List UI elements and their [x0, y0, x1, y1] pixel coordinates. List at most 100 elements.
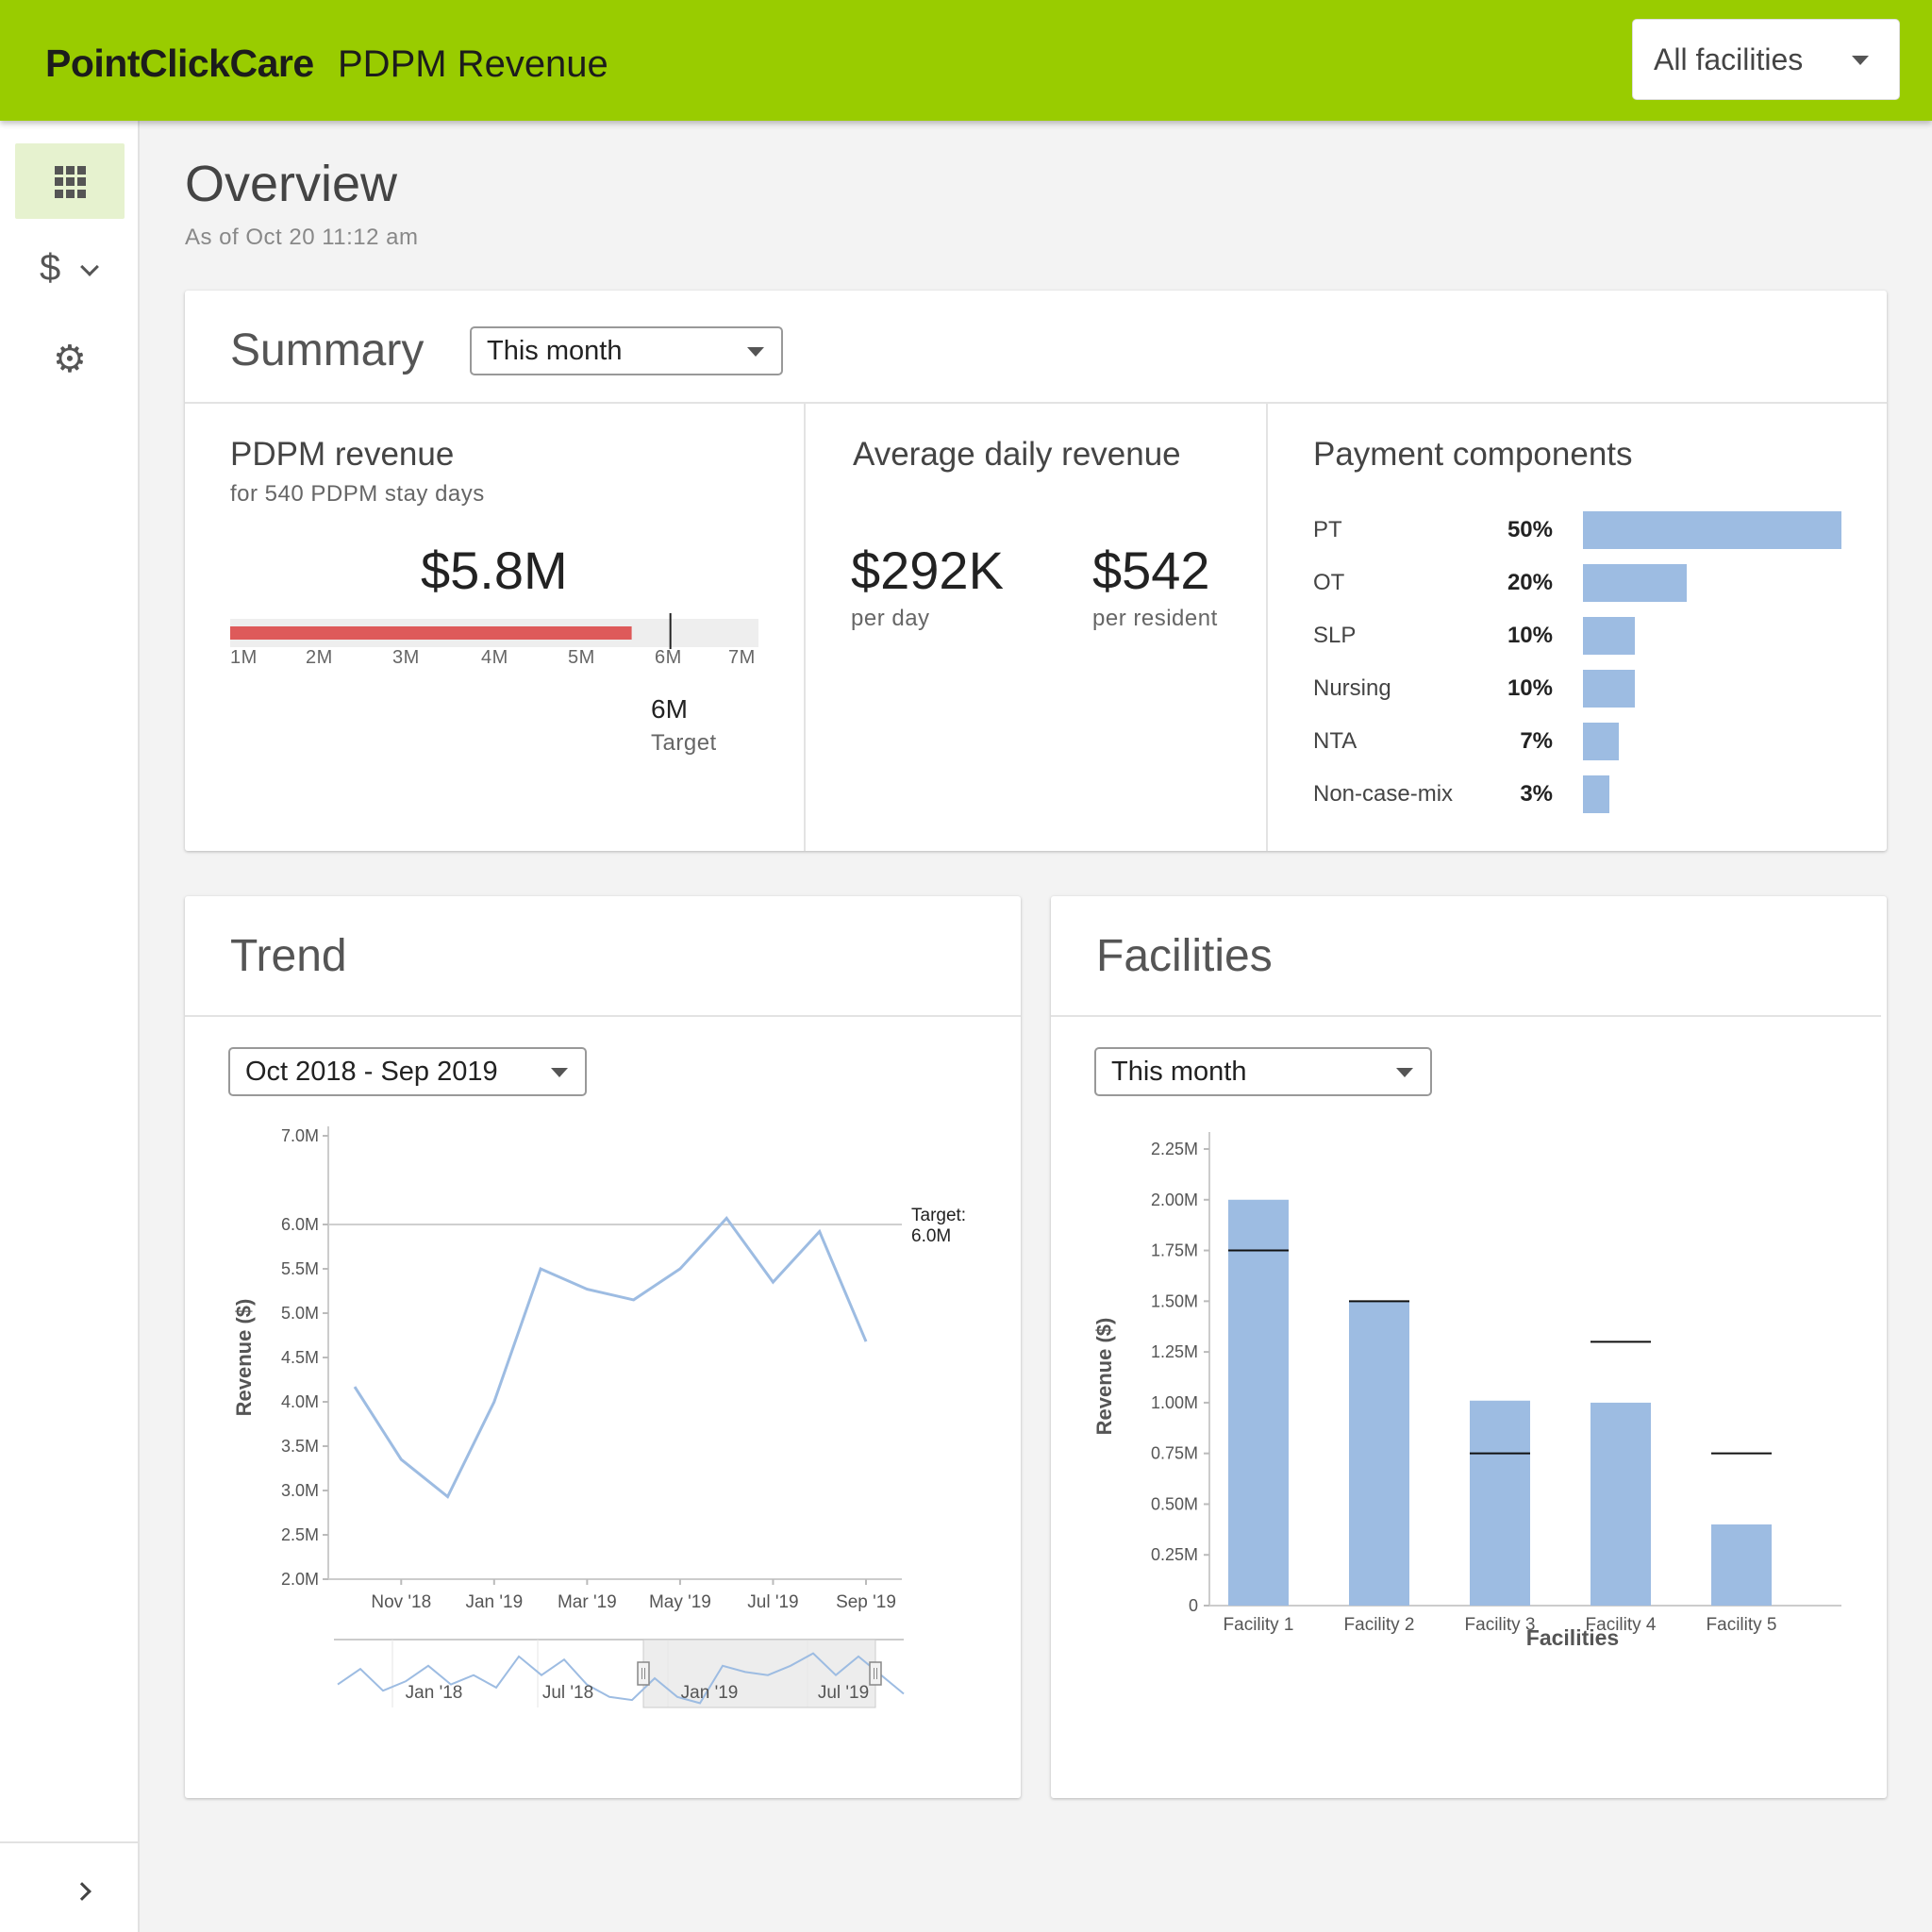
x-tick-label: Facility 2 — [1344, 1615, 1415, 1635]
facilities-period-value: This month — [1111, 1057, 1247, 1087]
payment-component-bar[interactable] — [1583, 617, 1635, 655]
facility-select[interactable]: All facilities — [1632, 19, 1900, 100]
pdpm-stay-days: for 540 PDPM stay days — [230, 481, 485, 507]
payment-component-bar[interactable] — [1583, 564, 1687, 602]
revenue-point[interactable] — [817, 1229, 823, 1235]
pdpm-axis-tick: 5M — [568, 647, 595, 668]
revenue-point[interactable] — [491, 1399, 497, 1405]
y-tick-label: 4.5M — [281, 1348, 319, 1367]
navigator-label: Jan '19 — [681, 1683, 739, 1703]
revenue-point[interactable] — [863, 1339, 869, 1344]
facility-bar[interactable] — [1591, 1402, 1651, 1606]
y-axis-title: Revenue ($) — [1092, 1318, 1116, 1436]
payment-component-bar[interactable] — [1583, 723, 1620, 760]
payment-component-label: SLP — [1313, 623, 1357, 648]
sidebar-item-settings[interactable]: ⚙ — [15, 325, 125, 400]
payment-component-pct: 20% — [1507, 570, 1553, 595]
per-day-value: $292K — [851, 541, 1004, 600]
sidebar-divider — [0, 1841, 138, 1843]
payment-component-bar[interactable] — [1583, 670, 1635, 708]
summary-col-divider — [804, 404, 806, 851]
payment-component-pct: 3% — [1520, 781, 1553, 807]
trend-title: Trend — [230, 931, 347, 981]
revenue-line[interactable] — [353, 1216, 868, 1499]
payment-component-label: OT — [1313, 570, 1345, 595]
x-tick-label: Nov '18 — [371, 1592, 431, 1612]
summary-divider — [185, 402, 1887, 404]
pdpm-target-label: 6M — [651, 694, 688, 724]
caret-down-icon — [747, 347, 764, 357]
facilities-period-select[interactable]: This month — [1094, 1047, 1432, 1096]
brand-logo[interactable]: PointClickCare — [45, 42, 314, 86]
revenue-point[interactable] — [631, 1297, 637, 1303]
target-value-label: 6.0M — [911, 1226, 951, 1246]
payment-component-label: PT — [1313, 517, 1342, 542]
x-tick-label: Jan '19 — [465, 1592, 523, 1612]
y-tick-label: 3.5M — [281, 1437, 319, 1456]
y-tick-label: 5.5M — [281, 1259, 319, 1278]
pdpm-axis-tick: 4M — [481, 647, 508, 668]
trend-range-select[interactable]: Oct 2018 - Sep 2019 — [228, 1047, 587, 1096]
revenue-point[interactable] — [770, 1279, 775, 1285]
payment-component-bar[interactable] — [1583, 775, 1609, 813]
y-tick-label: 2.00M — [1151, 1191, 1198, 1209]
summary-col-divider — [1266, 404, 1268, 851]
facilities-title: Facilities — [1096, 931, 1273, 981]
payment-component-label: NTA — [1313, 728, 1357, 754]
y-tick-label: 0.50M — [1151, 1494, 1198, 1513]
x-tick-label: Facility 5 — [1707, 1615, 1777, 1635]
trend-card: Trend Oct 2018 - Sep 2019 7.0M 6.0M 5.5M 5.… — [185, 896, 1021, 1798]
chevron-right-icon — [73, 1882, 92, 1901]
expand-sidebar-button[interactable] — [66, 1872, 108, 1913]
summary-period-select[interactable]: This month — [470, 326, 783, 375]
sidebar: $ ⚙ — [0, 121, 140, 1932]
x-axis-title: Facilities — [1526, 1625, 1619, 1650]
navigator-handle[interactable] — [869, 1661, 882, 1686]
navigator-handle[interactable] — [637, 1661, 650, 1686]
payment-component-pct: 7% — [1520, 728, 1553, 754]
trend-divider — [185, 1015, 1021, 1017]
facility-bar[interactable] — [1228, 1199, 1289, 1606]
facility-select-value: All facilities — [1654, 42, 1804, 76]
payment-components-heading: Payment components — [1313, 436, 1633, 473]
facility-bar[interactable] — [1470, 1400, 1530, 1606]
revenue-point[interactable] — [398, 1457, 404, 1462]
revenue-point[interactable] — [445, 1494, 451, 1500]
y-tick-label: 0.75M — [1151, 1444, 1198, 1463]
target-label: Target: — [911, 1206, 966, 1225]
payment-component-pct: 50% — [1507, 517, 1553, 542]
pdpm-axis-tick: 1M — [230, 647, 258, 668]
revenue-point[interactable] — [352, 1384, 358, 1390]
facilities-chart: 0 0.25M 0.50M 0.75M 1.00M 1.25M 1.50M 1.75M 2.00… — [1092, 1132, 1841, 1650]
caret-down-icon — [1852, 56, 1869, 65]
facilities-divider — [1051, 1015, 1881, 1017]
caret-down-icon — [551, 1068, 568, 1077]
payment-component-bar[interactable] — [1583, 511, 1841, 549]
dollar-icon: $ — [40, 247, 61, 289]
y-tick-label: 1.00M — [1151, 1393, 1198, 1412]
x-tick-label: Facility 3 — [1465, 1615, 1536, 1635]
revenue-point[interactable] — [677, 1266, 683, 1272]
y-tick-label: 2.5M — [281, 1525, 319, 1544]
sidebar-item-dashboard[interactable] — [15, 143, 125, 219]
y-axis-title: Revenue ($) — [232, 1299, 256, 1417]
revenue-point[interactable] — [724, 1215, 729, 1221]
per-day-label: per day — [851, 606, 930, 631]
pdpm-axis-tick: 2M — [306, 647, 333, 668]
top-bar: PointClickCare PDPM Revenue All faciliti… — [0, 0, 1932, 121]
gear-icon: ⚙ — [53, 339, 87, 380]
sidebar-item-revenue[interactable]: $ — [15, 234, 125, 309]
pdpm-axis-tick: 7M — [728, 647, 756, 668]
pdpm-axis-tick: 6M — [655, 647, 682, 668]
y-tick-label: 4.0M — [281, 1392, 319, 1411]
navigator-label: Jan '18 — [406, 1683, 463, 1703]
facility-bar[interactable] — [1711, 1524, 1772, 1606]
navigator-label: Jul '19 — [818, 1683, 869, 1703]
facility-bar[interactable] — [1349, 1301, 1409, 1606]
pdpm-axis-tick: 3M — [392, 647, 420, 668]
y-tick-label: 1.50M — [1151, 1291, 1198, 1310]
y-tick-label: 5.0M — [281, 1304, 319, 1323]
revenue-point[interactable] — [584, 1287, 590, 1292]
y-tick-label: 7.0M — [281, 1126, 319, 1145]
revenue-point[interactable] — [538, 1266, 543, 1272]
